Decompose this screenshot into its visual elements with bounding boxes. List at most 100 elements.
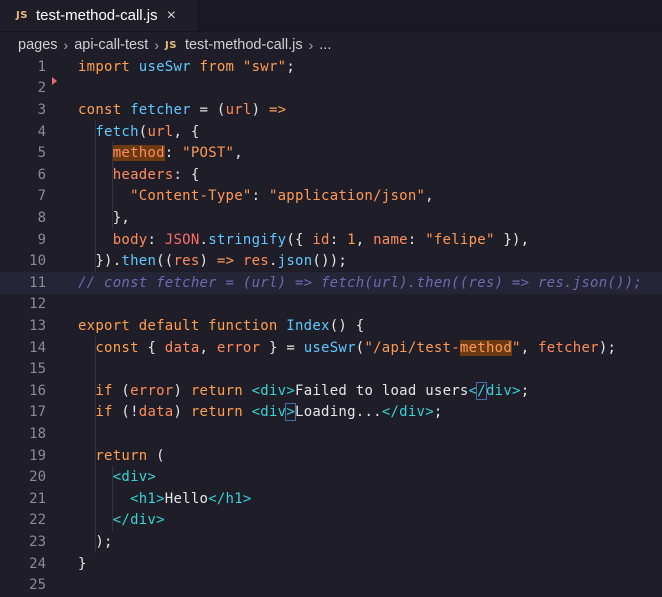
code-token: data [164,339,200,356]
code-line[interactable]: 9 body: JSON.stringify({ id: 1, name: "f… [0,229,662,251]
code-line[interactable]: 15 [0,358,662,380]
code-text: // const fetcher = (url) => fetch(url).t… [78,275,642,291]
line-number: 21 [29,490,46,507]
code-text: const { data, error } = useSwr("/api/tes… [78,339,617,356]
code-token: headers [112,166,174,183]
code-line[interactable]: 5 method: "POST", [0,142,662,164]
breadcrumb-item-file[interactable]: test-method-call.js [185,37,303,53]
code-token: < [468,382,478,399]
code-token: ; [286,58,296,75]
breadcrumb: pages › api-call-test › JS test-method-c… [18,35,331,55]
code-line[interactable]: 16 if (error) return <div>Failed to load… [0,380,662,402]
code-token: method [459,339,512,356]
code-line[interactable]: 8 }, [0,207,662,229]
code-token: ()); [312,253,348,270]
code-line[interactable]: 4 fetch(url, { [0,121,662,143]
tab-label: test-method-call.js [35,7,158,24]
code-line[interactable]: 25 [0,574,662,596]
code-line[interactable]: 19 return ( [0,445,662,467]
code-token: name [373,231,408,248]
code-token: fetcher [538,339,599,356]
code-token: body [112,231,148,248]
javascript-file-icon: JS [16,10,28,21]
code-token: }), [494,231,530,248]
code-token: "/api/test- [364,339,460,356]
code-token: from [190,58,243,75]
code-token: Failed to load users [295,382,469,399]
code-token: ) [199,253,217,270]
code-token: } [78,555,87,572]
code-line[interactable]: 13 export default function Index() { [0,315,662,337]
code-token: useSwr [138,58,191,75]
code-line[interactable]: 17 if (!data) return <div>Loading...</di… [0,402,662,424]
code-token: ( [216,101,226,118]
code-text: if (error) return <div>Failed to load us… [78,381,529,400]
code-line[interactable]: 20 <div> [0,466,662,488]
code-token: json [277,253,313,270]
line-number: 5 [37,145,46,162]
code-token: , [355,231,374,248]
line-number: 7 [37,188,46,205]
code-token: ( [156,447,165,464]
code-token: : [147,231,165,248]
code-line[interactable]: 22 </div> [0,510,662,532]
code-line[interactable]: 6 headers: { [0,164,662,186]
code-line[interactable]: 23 ); [0,531,662,553]
code-token: JSON [164,231,200,248]
code-line[interactable]: 3 const fetcher = (url) => [0,99,662,121]
line-number: 20 [29,469,46,486]
code-line[interactable]: 7 "Content-Type": "application/json", [0,186,662,208]
code-line[interactable]: 10 }).then((res) => res.json()); [0,250,662,272]
code-token: <h1> [130,490,165,507]
editor-tab[interactable]: JS test-method-call.js × [0,0,197,31]
code-line[interactable]: 11 // const fetcher = (url) => fetch(url)… [0,272,662,294]
code-token: (! [121,404,139,421]
code-token: 1 [347,231,356,248]
code-line[interactable]: 24} [0,553,662,575]
code-text: </div> [78,512,165,528]
code-line[interactable]: 1 import useSwr from "swr"; [0,56,662,78]
code-token: data [138,404,174,421]
code-token: import [78,58,139,75]
close-icon[interactable]: × [167,7,176,24]
code-line[interactable]: 12 [0,294,662,316]
code-token: return [190,382,252,399]
code-token: ); [598,339,617,356]
code-token: error [216,339,261,356]
line-number: 4 [37,123,46,140]
code-line[interactable]: 14 const { data, error } = useSwr("/api/… [0,337,662,359]
code-text: } [78,556,87,572]
code-token: , [234,145,243,162]
code-token: " [512,339,521,356]
breadcrumb-item-folder[interactable]: api-call-test [74,37,148,53]
code-text: <div> [78,469,156,485]
line-number: 18 [29,425,46,442]
breadcrumb-item-pages[interactable]: pages [18,37,58,53]
code-token: Index [286,317,330,334]
code-token: </h1> [208,490,252,507]
chevron-right-icon: › [308,37,314,53]
code-line[interactable]: 21 <h1>Hello</h1> [0,488,662,510]
code-token: <div [251,404,287,421]
line-number: 2 [37,80,46,97]
code-line[interactable]: 18 [0,423,662,445]
line-number: 16 [29,382,46,399]
code-line[interactable]: 2 [0,78,662,100]
code-token: res [242,253,269,270]
breadcrumb-item-symbols[interactable]: ... [319,37,331,53]
code-token: = [190,101,217,118]
code-editor[interactable]: 1 import useSwr from "swr"; 2 3 const fetche… [0,56,662,597]
code-token: // const fetcher = (url) => fetch(url).t… [78,274,643,291]
tab-bar: JS test-method-call.js × [0,0,662,32]
code-token: ); [78,533,113,550]
code-text: fetch(url, { [78,124,200,140]
code-text: }, [78,210,130,226]
line-number: 17 [29,404,46,421]
